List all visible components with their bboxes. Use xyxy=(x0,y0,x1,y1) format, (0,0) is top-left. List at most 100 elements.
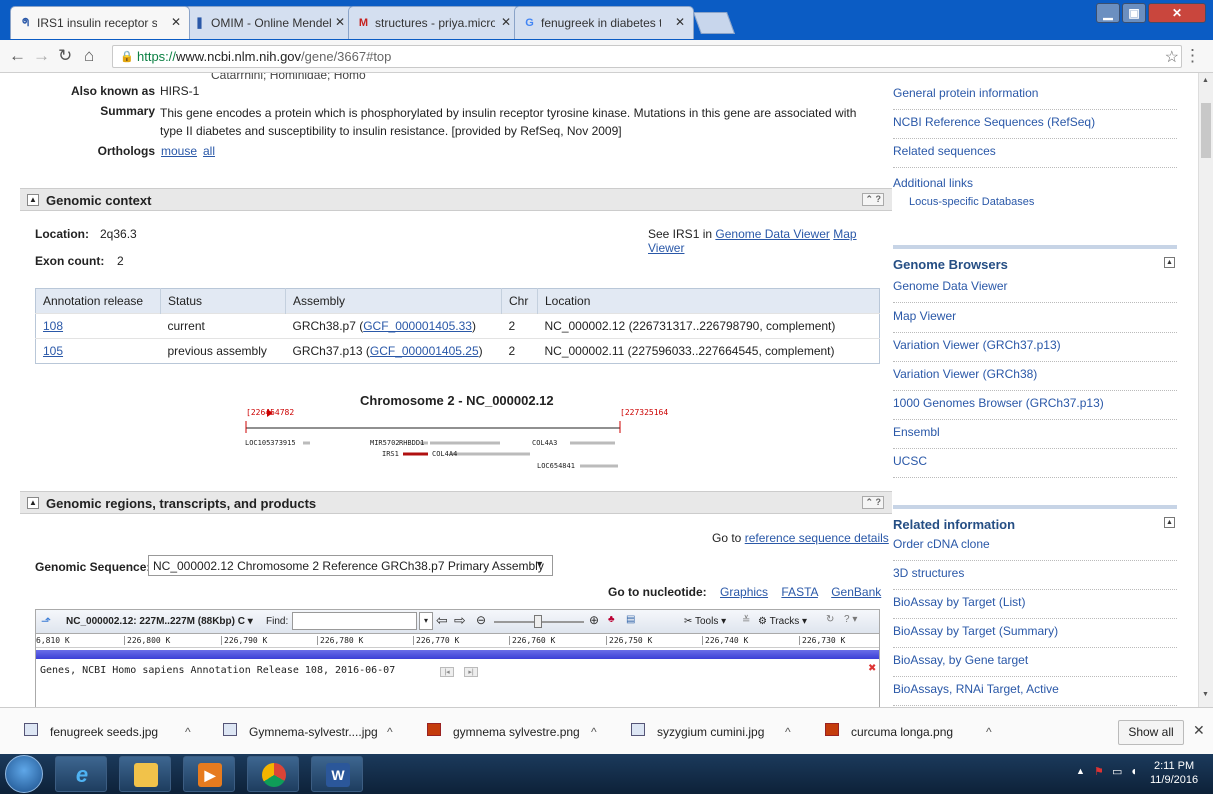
sidebar-link[interactable]: Related sequences xyxy=(893,139,1177,168)
forward-icon[interactable]: → xyxy=(33,47,50,65)
collapse-icon[interactable]: ▲ xyxy=(27,497,39,509)
section-controls-icon[interactable]: ⌃ ? xyxy=(862,193,884,206)
system-clock[interactable]: 2:11 PM 11/9/2016 xyxy=(1150,759,1198,787)
chevron-up-icon[interactable]: ^ xyxy=(185,725,191,739)
collapse-icon[interactable]: ▲ xyxy=(1164,257,1175,268)
tray-expand-icon[interactable]: ▲ xyxy=(1076,766,1085,776)
pan-left-icon[interactable]: ⇦ xyxy=(436,612,448,629)
release-link[interactable]: 105 xyxy=(43,344,63,358)
related-link[interactable]: BioAssay, by Gene target xyxy=(893,648,1177,677)
volume-icon[interactable]: ◖ xyxy=(1130,764,1137,778)
sidebar-link[interactable]: General protein information xyxy=(893,81,1177,110)
taskbar-chrome[interactable] xyxy=(247,756,299,792)
chevron-up-icon[interactable]: ^ xyxy=(591,725,597,739)
assembly-link[interactable]: GCF_000001405.33 xyxy=(363,319,472,333)
gene-label[interactable]: COL4A4 xyxy=(432,450,457,458)
taskbar-explorer[interactable] xyxy=(119,756,171,792)
download-item[interactable]: curcuma longa.png ^ xyxy=(821,718,1016,744)
related-link[interactable]: 3D structures xyxy=(893,561,1177,590)
zoom-in-icon[interactable]: ⊕ xyxy=(589,613,599,627)
genomic-seq-select[interactable]: NC_000002.12 Chromosome 2 Reference GRCh… xyxy=(148,555,553,576)
minimize-window-icon[interactable]: ▁ xyxy=(1096,3,1120,23)
download-item[interactable]: syzygium cumini.jpg ^ xyxy=(627,718,812,744)
bookmark-star-icon[interactable]: ☆ xyxy=(1165,47,1179,67)
gene-label[interactable]: RHBDD1 xyxy=(399,439,424,447)
pan-right-icon[interactable]: ⇨ xyxy=(454,612,466,629)
genbank-link[interactable]: GenBank xyxy=(831,585,881,599)
gene-label[interactable]: LOC105373915 xyxy=(245,439,296,447)
track-next-icon[interactable]: ▸| xyxy=(464,667,478,677)
browser-link[interactable]: Genome Data Viewer xyxy=(893,274,1177,303)
graphics-link[interactable]: Graphics xyxy=(720,585,768,599)
scroll-down-icon[interactable]: ▼ xyxy=(1202,691,1209,698)
home-icon[interactable]: ⌂ xyxy=(84,47,94,65)
seq-label[interactable]: NC_000002.12: 227M..227M (88Kbp) C ▾ xyxy=(66,616,253,627)
sequence-icon[interactable]: ♣ xyxy=(608,614,615,625)
close-downloads-icon[interactable]: ✕ xyxy=(1193,722,1205,739)
gene-label[interactable]: IRS1 xyxy=(382,450,399,458)
related-link[interactable]: BioAssays, RNAi Target, Active xyxy=(893,677,1177,706)
browser-link[interactable]: Ensembl xyxy=(893,420,1177,449)
refresh-icon[interactable]: ↻ xyxy=(826,614,834,625)
sidebar-link[interactable]: NCBI Reference Sequences (RefSeq) xyxy=(893,110,1177,139)
browser-link[interactable]: Variation Viewer (GRCh38) xyxy=(893,362,1177,391)
action-center-icon[interactable]: ⚑ xyxy=(1094,765,1104,778)
related-link[interactable]: BioAssay by Target (Summary) xyxy=(893,619,1177,648)
download-item[interactable]: Gymnema-sylvestr....jpg ^ xyxy=(219,718,414,744)
chrome-menu-icon[interactable]: ⋮ xyxy=(1184,46,1201,66)
split-icon[interactable]: ≚ xyxy=(742,615,750,626)
close-track-icon[interactable]: ✖ xyxy=(868,663,876,674)
tracks-grid-icon[interactable]: ▤ xyxy=(626,614,635,625)
related-info-header[interactable]: Related information ▲ xyxy=(893,505,1177,532)
chevron-up-icon[interactable]: ^ xyxy=(387,725,393,739)
zoom-out-icon[interactable]: ⊖ xyxy=(476,613,486,627)
related-link[interactable]: BioAssay by Target (List) xyxy=(893,590,1177,619)
browser-link[interactable]: 1000 Genomes Browser (GRCh37.p13) xyxy=(893,391,1177,420)
page-scrollbar[interactable]: ▲ ▼ xyxy=(1198,73,1213,707)
gene-label[interactable]: COL4A3 xyxy=(532,439,557,447)
taskbar-ie[interactable]: e xyxy=(55,756,107,792)
related-link[interactable]: Order cDNA clone xyxy=(893,532,1177,561)
tracks-menu[interactable]: ⚙ Tracks ▾ xyxy=(758,616,807,627)
scroll-thumb[interactable] xyxy=(1201,103,1211,158)
download-item[interactable]: gymnema sylvestre.png ^ xyxy=(423,718,618,744)
close-tab-icon[interactable]: ✕ xyxy=(501,15,511,29)
genomic-context-header[interactable]: ▲ Genomic context ⌃ ? xyxy=(20,188,892,211)
assembly-link[interactable]: GCF_000001405.25 xyxy=(370,344,479,358)
reload-icon[interactable]: ↻ xyxy=(58,47,72,65)
scroll-up-icon[interactable]: ▲ xyxy=(1202,77,1209,84)
fasta-link[interactable]: FASTA xyxy=(781,585,817,599)
locus-db-link[interactable]: Locus-specific Databases xyxy=(909,196,1034,208)
find-dropdown-icon[interactable]: ▾ xyxy=(419,612,433,630)
browser-link[interactable]: Map Viewer xyxy=(893,304,1177,333)
help-icon[interactable]: ? ▾ xyxy=(844,614,857,625)
tab-irs1[interactable]: ᖗ IRS1 insulin receptor sub ✕ xyxy=(10,6,190,39)
ortholog-all-link[interactable]: all xyxy=(203,144,215,158)
show-all-button[interactable]: Show all xyxy=(1118,720,1184,745)
new-tab-button[interactable] xyxy=(692,12,736,34)
additional-links-label[interactable]: Additional links xyxy=(893,176,973,190)
download-item[interactable]: fenugreek seeds.jpg ^ xyxy=(20,718,210,744)
close-window-icon[interactable]: ✕ xyxy=(1148,3,1206,23)
collapse-icon[interactable]: ▲ xyxy=(1164,517,1175,528)
back-icon[interactable]: ← xyxy=(9,47,26,65)
taskbar-media[interactable]: ▶ xyxy=(183,756,235,792)
close-tab-icon[interactable]: ✕ xyxy=(335,15,345,29)
chevron-up-icon[interactable]: ^ xyxy=(986,725,992,739)
chevron-up-icon[interactable]: ^ xyxy=(785,725,791,739)
url-field[interactable]: 🔒 https://www.ncbi.nlm.nih.gov/gene/3667… xyxy=(112,45,1182,68)
maximize-window-icon[interactable]: ▣ xyxy=(1122,3,1146,23)
genomic-regions-header[interactable]: ▲ Genomic regions, transcripts, and prod… xyxy=(20,491,892,514)
network-icon[interactable]: ▭ xyxy=(1112,765,1122,778)
taskbar-word[interactable]: W xyxy=(311,756,363,792)
close-tab-icon[interactable]: ✕ xyxy=(675,15,685,29)
tab-gmail[interactable]: M structures - priya.microb ✕ xyxy=(348,6,520,39)
tab-google[interactable]: G fenugreek in diabetes ty ✕ xyxy=(514,6,694,39)
browser-link[interactable]: UCSC xyxy=(893,449,1177,478)
sequence-bar[interactable] xyxy=(36,650,879,659)
section-controls-icon[interactable]: ⌃ ? xyxy=(862,496,884,509)
close-tab-icon[interactable]: ✕ xyxy=(171,15,181,29)
reference-details-link[interactable]: reference sequence details xyxy=(745,531,889,545)
zoom-slider-handle[interactable] xyxy=(534,615,542,628)
browser-link[interactable]: Variation Viewer (GRCh37.p13) xyxy=(893,333,1177,362)
